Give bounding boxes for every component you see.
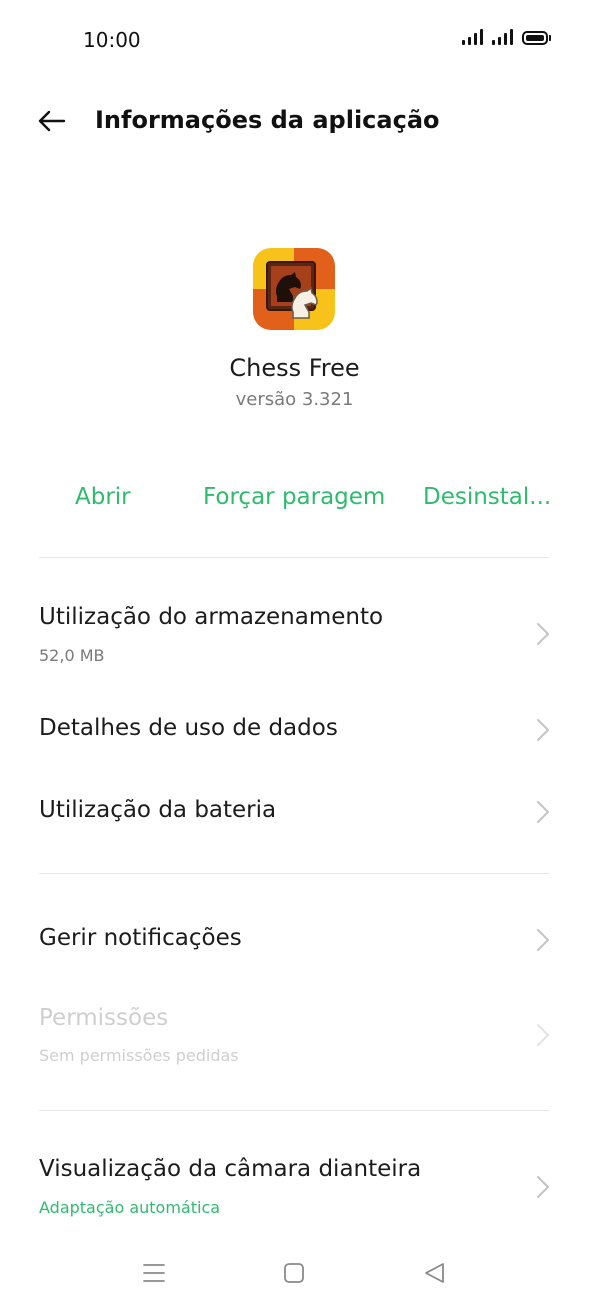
chess-icon [253,248,335,330]
chevron-right-icon [537,929,549,951]
front-camera-subtitle: Adaptação automática [39,1198,221,1217]
back-arrow-icon[interactable] [36,106,66,136]
open-button[interactable]: Abrir [75,484,131,510]
chevron-right-icon [537,623,549,645]
permissions-title: Permissões [39,1005,169,1031]
chevron-right-icon [537,1024,549,1046]
back-nav-icon[interactable] [422,1262,448,1284]
storage-size: 52,0 MB [39,646,105,665]
app-version: versão 3.321 [235,389,354,410]
front-camera-title: Visualização da câmara dianteira [39,1156,422,1182]
battery-title: Utilização da bateria [39,797,277,823]
chevron-right-icon [537,1176,549,1198]
data-usage-title: Detalhes de uso de dados [39,715,338,741]
divider [39,873,549,874]
divider [39,1110,549,1111]
chevron-right-icon [537,719,549,741]
page-title: Informações da aplicação [95,106,440,134]
signal-icon [492,29,513,45]
status-icons [462,29,551,45]
signal-icon [462,29,483,45]
permissions-subtitle: Sem permissões pedidas [39,1046,239,1065]
uninstall-button[interactable]: Desinstal... [423,484,551,510]
storage-title: Utilização do armazenamento [39,604,384,630]
app-icon [253,248,335,330]
notifications-title: Gerir notificações [39,925,242,951]
battery-icon [522,31,551,45]
chevron-right-icon [537,801,549,823]
home-nav-icon[interactable] [281,1262,307,1284]
force-stop-button[interactable]: Forçar paragem [203,484,385,510]
status-time: 10:00 [83,28,141,52]
divider [39,557,549,558]
app-name: Chess Free [229,354,360,382]
menu-nav-icon[interactable] [141,1262,167,1284]
